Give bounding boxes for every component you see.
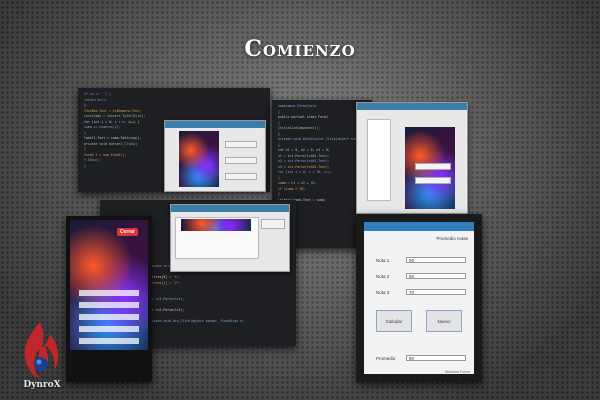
window-field <box>225 157 257 164</box>
nota3-input[interactable]: 70 <box>406 289 466 295</box>
brand-logo: DynroX <box>10 318 70 398</box>
brand-name: DynroX <box>23 380 61 390</box>
window-field <box>415 177 451 184</box>
result-output: 60 <box>406 355 466 361</box>
phone-field[interactable] <box>79 338 139 344</box>
window-field <box>225 173 257 180</box>
window-field <box>225 141 257 148</box>
result-label: Promedio <box>376 356 396 361</box>
app-window-small <box>164 120 266 192</box>
phone-field[interactable] <box>79 302 139 308</box>
app-window-grid <box>170 204 290 272</box>
code-line: private void btnCalcular_Click(object se… <box>278 137 372 141</box>
form-heading: Promedio notas <box>436 236 468 241</box>
window-titlebar <box>165 121 265 128</box>
app-window-right <box>356 102 468 214</box>
window-list-panel <box>367 119 391 201</box>
window-art <box>179 131 219 187</box>
calcular-button[interactable]: Calcular <box>376 310 412 332</box>
nuevo-button[interactable]: Nuevo <box>426 310 462 332</box>
form-titlebar <box>364 222 474 231</box>
window-field <box>261 219 285 229</box>
form-window: Promedio notas Nota 1 50 Nota 2 60 Nota … <box>364 222 474 374</box>
form-screenshot: Promedio notas Nota 1 50 Nota 2 60 Nota … <box>356 214 482 382</box>
window-titlebar <box>171 205 289 212</box>
field-label: Nota 1 <box>376 258 390 263</box>
nota1-input[interactable]: 50 <box>406 257 466 263</box>
window-field <box>415 163 451 170</box>
flame-logo-icon <box>24 322 59 378</box>
form-footer: Windows Forms <box>444 370 470 374</box>
phone-field[interactable] <box>79 290 139 296</box>
nota2-input[interactable]: 60 <box>406 273 466 279</box>
code-screenshot-top-left: if (q == '') { return null;} TextBox.Text… <box>78 88 270 192</box>
phone-field[interactable] <box>79 326 139 332</box>
field-label: Nota 3 <box>376 290 390 295</box>
phone-field[interactable] <box>79 314 139 320</box>
slide-title: Comienzo <box>244 36 356 62</box>
close-button[interactable]: Cerrar <box>116 228 138 236</box>
window-titlebar <box>357 103 467 110</box>
phone-screenshot: Cerrar <box>66 216 152 382</box>
field-label: Nota 2 <box>376 274 390 279</box>
code-line: } <box>148 330 290 336</box>
window-art <box>181 219 251 231</box>
phone-screen: Cerrar <box>70 220 148 350</box>
